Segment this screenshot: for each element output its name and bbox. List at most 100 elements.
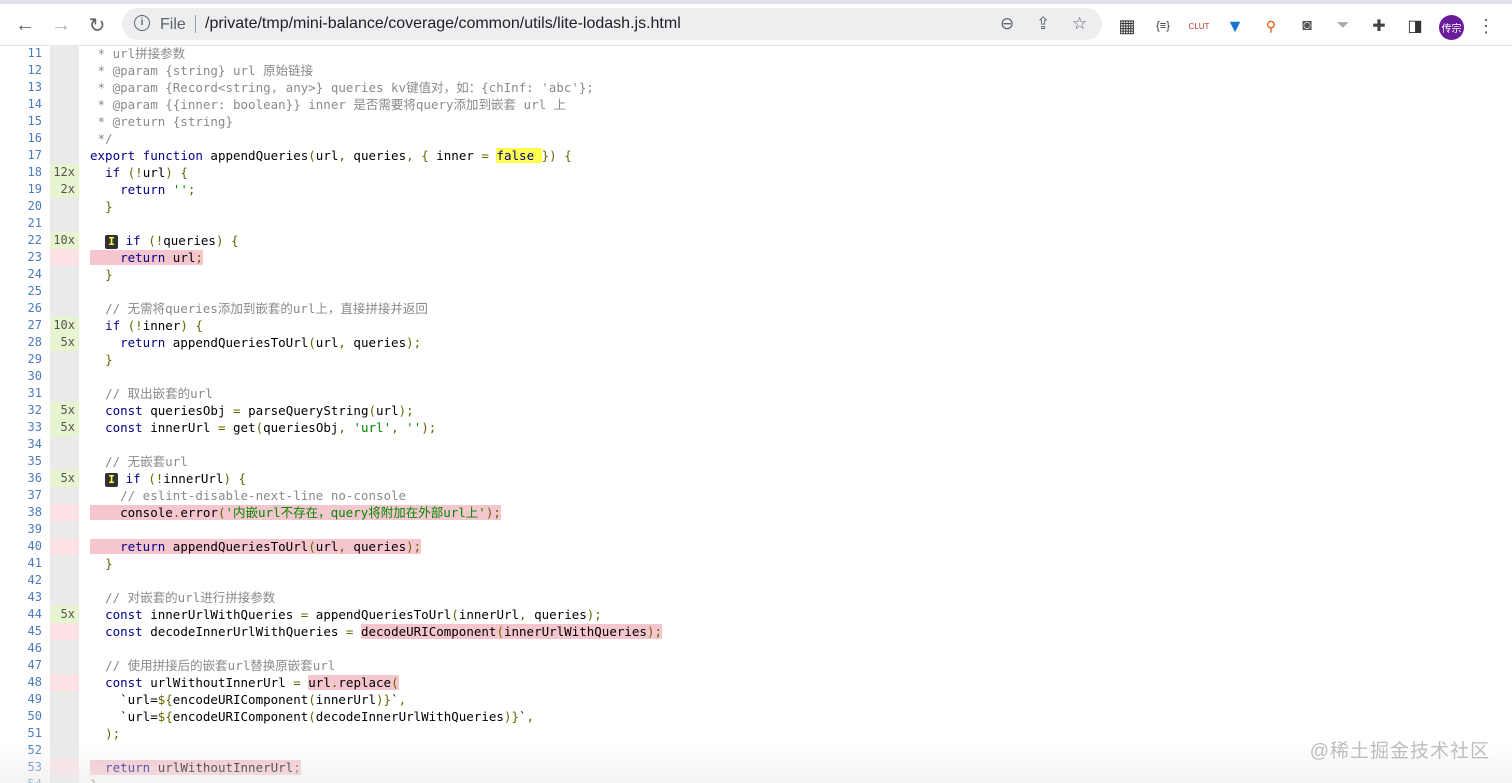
- line-number[interactable]: 20: [0, 198, 42, 215]
- code-text: return '';: [90, 181, 195, 198]
- line-number[interactable]: 48: [0, 674, 42, 691]
- sitemap-icon[interactable]: ⚲: [1260, 15, 1282, 37]
- code-token: urlWithoutInnerUrl: [142, 675, 294, 690]
- code-line: 38 console.error('内嵌url不存在，query将附加在外部ur…: [0, 504, 1512, 521]
- line-number[interactable]: 13: [0, 79, 42, 96]
- line-number[interactable]: 53: [0, 759, 42, 776]
- line-number[interactable]: 32: [0, 402, 42, 419]
- url-text[interactable]: /private/tmp/mini-balance/coverage/commo…: [205, 15, 681, 33]
- back-arrow-icon[interactable]: ←: [12, 12, 38, 38]
- code-token: ): [223, 471, 231, 486]
- line-number[interactable]: 31: [0, 385, 42, 402]
- line-number[interactable]: 25: [0, 283, 42, 300]
- uncovered-token: );: [485, 505, 501, 520]
- line-number[interactable]: 29: [0, 351, 42, 368]
- forward-arrow-icon[interactable]: →: [48, 12, 74, 38]
- line-number[interactable]: 15: [0, 113, 42, 130]
- code-line: 54}: [0, 776, 1512, 783]
- line-number[interactable]: 16: [0, 130, 42, 147]
- line-number[interactable]: 18: [0, 164, 42, 181]
- uncovered-token: queries: [345, 539, 407, 554]
- side-panel-icon[interactable]: ◨: [1404, 15, 1426, 37]
- code-token: queries: [345, 335, 407, 350]
- tampermonkey-icon[interactable]: ◙: [1296, 15, 1318, 37]
- line-number[interactable]: 23: [0, 249, 42, 266]
- hit-count: [50, 300, 79, 317]
- code-text: if (!url) {: [90, 164, 188, 181]
- line-number[interactable]: 51: [0, 725, 42, 742]
- code-token: return: [120, 335, 166, 350]
- star-icon[interactable]: ☆: [1072, 14, 1087, 34]
- qr-code-icon[interactable]: ▦: [1116, 15, 1138, 37]
- code-token: const: [105, 675, 143, 690]
- line-number[interactable]: 43: [0, 589, 42, 606]
- line-number[interactable]: 30: [0, 368, 42, 385]
- code-token: =: [481, 148, 489, 163]
- line-number[interactable]: 40: [0, 538, 42, 555]
- code-token: ,: [406, 148, 414, 163]
- line-number[interactable]: 19: [0, 181, 42, 198]
- line-number[interactable]: 38: [0, 504, 42, 521]
- code-text: // 取出嵌套的url: [90, 385, 213, 402]
- uncovered-token: return: [90, 760, 151, 775]
- json-viewer-icon[interactable]: {≡}: [1152, 15, 1174, 37]
- line-number[interactable]: 45: [0, 623, 42, 640]
- more-menu-icon[interactable]: ⋮: [1475, 15, 1497, 37]
- code-token: innerUrl: [142, 420, 218, 435]
- puzzle-icon[interactable]: ✚: [1368, 15, 1390, 37]
- line-number[interactable]: 36: [0, 470, 42, 487]
- line-number[interactable]: 22: [0, 232, 42, 249]
- line-number[interactable]: 37: [0, 487, 42, 504]
- zoom-out-icon[interactable]: ⊖: [1000, 14, 1014, 34]
- code-token: `url=: [90, 709, 158, 724]
- line-number[interactable]: 28: [0, 334, 42, 351]
- code-token: // 取出嵌套的url: [105, 386, 213, 401]
- line-number[interactable]: 33: [0, 419, 42, 436]
- line-number[interactable]: 24: [0, 266, 42, 283]
- line-number[interactable]: 42: [0, 572, 42, 589]
- line-number[interactable]: 41: [0, 555, 42, 572]
- share-icon[interactable]: ⇪: [1036, 14, 1050, 34]
- code-line: 44 5x const innerUrlWithQueries = appendQ…: [0, 606, 1512, 623]
- line-number[interactable]: 12: [0, 62, 42, 79]
- line-number[interactable]: 44: [0, 606, 42, 623]
- code-token: =: [293, 675, 301, 690]
- code-token: ${: [157, 692, 173, 707]
- code-token: parseQueryString: [240, 403, 369, 418]
- vue-devtools-icon[interactable]: ▼: [1224, 15, 1246, 37]
- hit-count: 10x: [50, 232, 79, 249]
- avatar[interactable]: 传宗: [1439, 15, 1464, 40]
- info-icon[interactable]: i: [134, 15, 150, 31]
- line-number[interactable]: 52: [0, 742, 42, 759]
- line-number[interactable]: 14: [0, 96, 42, 113]
- line-number[interactable]: 21: [0, 215, 42, 232]
- line-number[interactable]: 27: [0, 317, 42, 334]
- line-number[interactable]: 50: [0, 708, 42, 725]
- line-number[interactable]: 49: [0, 691, 42, 708]
- clut-icon[interactable]: CLUT: [1188, 15, 1210, 37]
- code-token: // 使用拼接后的嵌套url替换原嵌套url: [105, 658, 336, 673]
- line-number[interactable]: 54: [0, 776, 42, 783]
- branch-not-taken-badge: I: [105, 473, 119, 487]
- line-number[interactable]: 17: [0, 147, 42, 164]
- code-token: );: [398, 403, 414, 418]
- line-number[interactable]: 39: [0, 521, 42, 538]
- code-token: }: [105, 267, 113, 282]
- code-text: if (!inner) {: [90, 317, 203, 334]
- reload-icon[interactable]: ↻: [84, 12, 110, 38]
- line-number[interactable]: 34: [0, 436, 42, 453]
- line-number[interactable]: 11: [0, 45, 42, 62]
- line-number[interactable]: 47: [0, 657, 42, 674]
- uncovered-token: decodeURIComponent: [360, 624, 497, 639]
- line-number[interactable]: 35: [0, 453, 42, 470]
- address-bar[interactable]: i File /private/tmp/mini-balance/coverag…: [122, 8, 1102, 40]
- hit-count: 5x: [50, 470, 79, 487]
- line-number[interactable]: 46: [0, 640, 42, 657]
- code-text: * @param {string} url 原始链接: [90, 62, 314, 79]
- line-number[interactable]: 26: [0, 300, 42, 317]
- filter-icon[interactable]: ⏷: [1332, 15, 1354, 37]
